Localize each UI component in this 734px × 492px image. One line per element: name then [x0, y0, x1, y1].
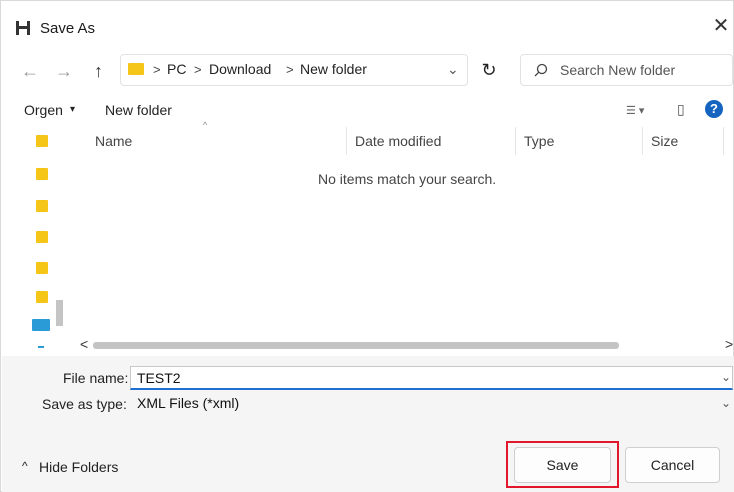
this-pc-icon[interactable]: [32, 319, 50, 331]
save-disk-icon: [16, 21, 30, 35]
search-icon: [534, 63, 548, 77]
column-header-name[interactable]: Name: [95, 133, 132, 149]
chevron-up-icon[interactable]: ^: [22, 459, 28, 473]
refresh-icon[interactable]: ↻: [475, 54, 503, 86]
sort-up-icon: ^: [203, 120, 208, 130]
empty-message: No items match your search.: [318, 171, 497, 187]
help-icon[interactable]: ?: [705, 100, 723, 118]
new-folder-button[interactable]: New folder: [105, 102, 172, 118]
close-icon[interactable]: ✕: [710, 13, 732, 39]
cancel-button[interactable]: Cancel: [625, 447, 720, 483]
file-name-label: File name:: [63, 370, 129, 386]
window-title: Save As: [40, 20, 96, 37]
scrollbar-thumb[interactable]: [93, 342, 619, 349]
column-header-size[interactable]: Size: [651, 133, 678, 149]
file-name-input[interactable]: [130, 366, 733, 390]
breadcrumb-pc[interactable]: PC: [167, 61, 186, 77]
chevron-down-icon[interactable]: ⌄: [447, 61, 459, 78]
save-as-type-label: Save as type:: [42, 396, 127, 412]
chevron-down-icon[interactable]: ⌄: [721, 370, 731, 384]
folder-icon[interactable]: [36, 135, 48, 147]
search-placeholder: Search New folder: [560, 62, 676, 78]
breadcrumb-download[interactable]: Download: [209, 61, 271, 77]
folder-icon[interactable]: [36, 291, 48, 303]
column-divider[interactable]: [515, 127, 516, 155]
save-as-type-select[interactable]: XML Files (*xml): [130, 392, 733, 416]
column-divider[interactable]: [642, 127, 643, 155]
folder-icon[interactable]: [36, 168, 48, 180]
folder-icon[interactable]: [36, 200, 48, 212]
folder-icon: [128, 63, 144, 75]
caret-down-icon[interactable]: ▾: [70, 104, 75, 115]
column-header-date-modified[interactable]: Date modified: [355, 133, 441, 149]
view-options-icon[interactable]: ☰ ▾: [626, 104, 644, 117]
save-button[interactable]: Save: [514, 447, 611, 483]
up-icon[interactable]: ↑: [94, 60, 103, 82]
column-divider[interactable]: [723, 127, 724, 155]
scroll-left-icon[interactable]: <: [80, 336, 88, 352]
chevron-down-icon[interactable]: ⌄: [721, 396, 731, 410]
scroll-right-icon[interactable]: >: [725, 336, 733, 352]
column-divider[interactable]: [346, 127, 347, 155]
preview-pane-icon[interactable]: ▯: [677, 101, 685, 118]
forward-icon[interactable]: →: [55, 60, 73, 82]
breadcrumb-chevron: >: [194, 62, 202, 77]
breadcrumb-new-folder[interactable]: New folder: [300, 61, 367, 77]
save-as-dialog: Save As ✕ ← → ↑ > PC > Download > New fo…: [0, 0, 734, 492]
hide-folders-button[interactable]: Hide Folders: [39, 459, 118, 475]
column-header-type[interactable]: Type: [524, 133, 554, 149]
folder-icon[interactable]: [36, 231, 48, 243]
folder-icon[interactable]: [36, 262, 48, 274]
organize-menu[interactable]: Orgen: [24, 102, 63, 118]
breadcrumb-chevron: >: [286, 62, 294, 77]
network-icon: [38, 346, 44, 348]
breadcrumb-chevron: >: [153, 62, 161, 77]
nav-pane-scrollbar[interactable]: [56, 300, 63, 326]
back-icon[interactable]: ←: [21, 60, 39, 82]
